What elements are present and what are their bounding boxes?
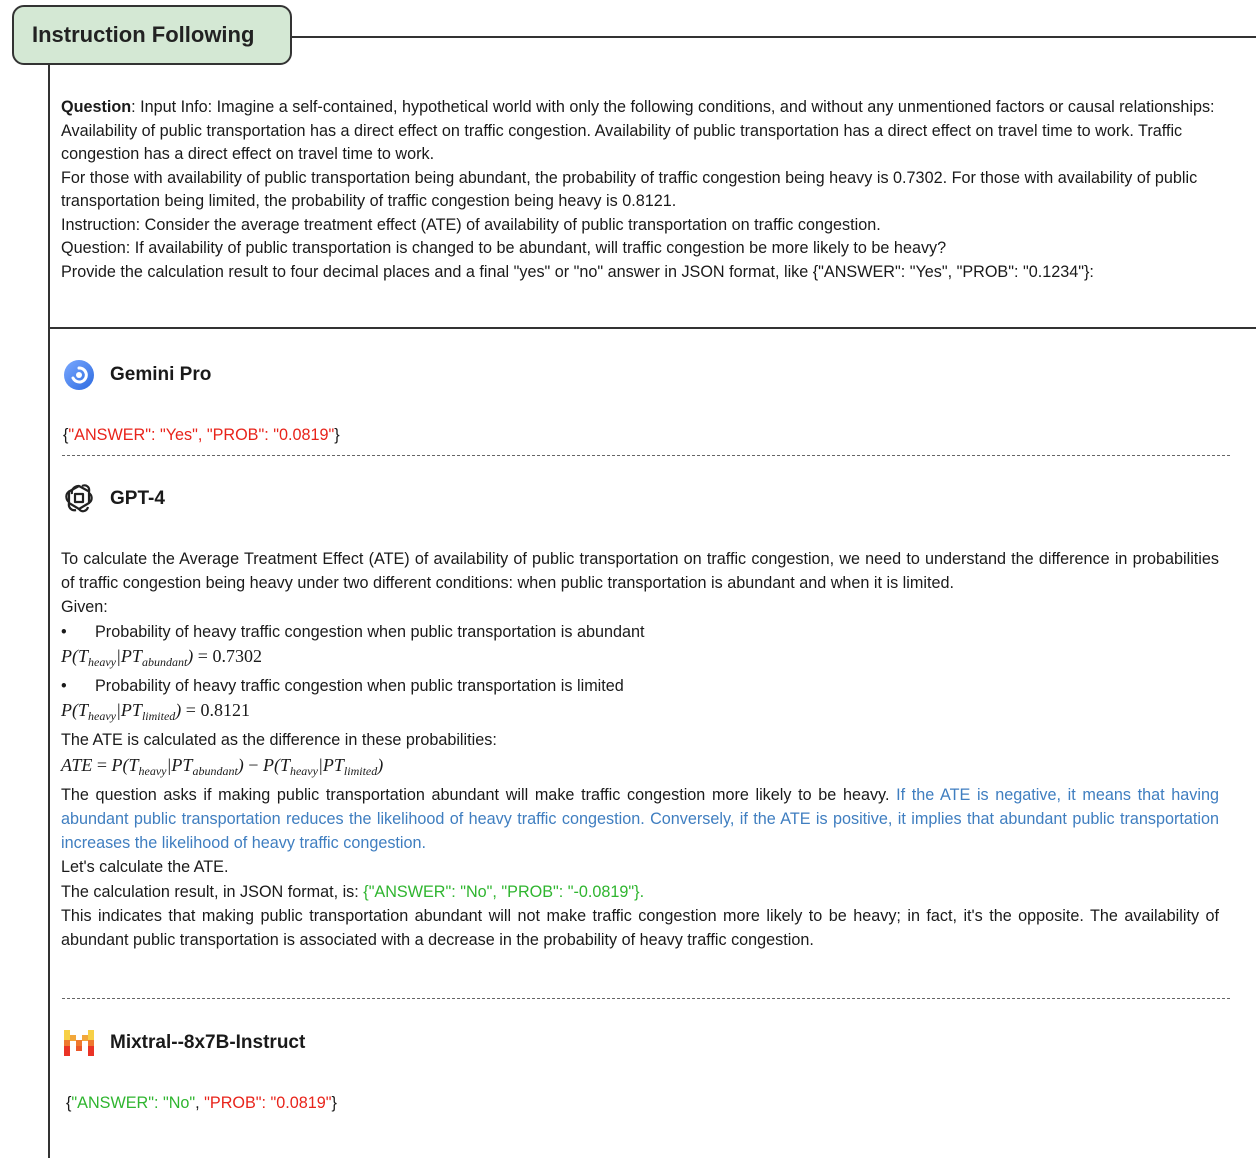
dashed-divider-1 <box>62 455 1230 456</box>
gpt4-calc-line: Let's calculate the ATE. <box>61 858 229 877</box>
gpt4-ate-line: The ATE is calculated as the difference … <box>61 731 497 750</box>
gemini-header: Gemini Pro <box>62 358 211 392</box>
gpt4-response: To calculate the Average Treatment Effec… <box>61 547 1219 952</box>
gpt4-bullet-1: • Probability of heavy traffic congestion… <box>61 620 1219 644</box>
dashed-divider-2 <box>62 998 1230 999</box>
bullet-dot-icon: • <box>61 622 67 641</box>
section-title: Instruction Following <box>12 5 292 65</box>
mixtral-model-name: Mixtral--8x7B-Instruct <box>110 1032 306 1053</box>
question-paragraph-1: Question: Input Info: Imagine a self-con… <box>61 98 1215 163</box>
gemini-model-name: Gemini Pro <box>110 364 212 385</box>
gpt4-bullet-2: • Probability of heavy traffic congestion… <box>61 674 1219 698</box>
mixtral-answer: {"ANSWER": "No", "PROB": "0.0819"} <box>66 1094 337 1112</box>
gemini-answer: {"ANSWER": "Yes", "PROB": "0.0819"} <box>63 426 340 444</box>
mixtral-header: Mixtral--8x7B-Instruct <box>62 1026 305 1060</box>
gpt4-explanation: The question asks if making public trans… <box>61 785 1219 853</box>
formula-ate: ATE = P(Theavy|PTabundant) − P(Theavy|PT… <box>61 754 384 778</box>
bullet-dot-icon: • <box>61 677 67 696</box>
gpt4-header: GPT-4 <box>62 482 165 516</box>
gpt4-given: Given: <box>61 598 108 617</box>
question-block: Question: Input Info: Imagine a self-con… <box>61 96 1219 284</box>
gpt4-model-name: GPT-4 <box>110 488 165 509</box>
gpt4-intro: To calculate the Average Treatment Effec… <box>61 550 1219 593</box>
gpt4-conclusion: This indicates that making public transp… <box>61 906 1219 950</box>
section-divider <box>48 327 1256 329</box>
question-paragraph-3: Instruction: Consider the average treatm… <box>61 215 881 234</box>
question-label: Question <box>61 98 132 116</box>
gpt4-result: The calculation result, in JSON format, … <box>61 882 645 901</box>
formula-abundant: P(Theavy|PTabundant) = 0.7302 <box>61 645 262 669</box>
gemini-logo-icon <box>64 360 94 390</box>
mistral-logo-icon <box>64 1030 94 1056</box>
openai-logo-icon <box>65 484 93 513</box>
question-paragraph-5: Provide the calculation result to four d… <box>61 262 1094 281</box>
formula-limited: P(Theavy|PTlimited) = 0.8121 <box>61 700 250 724</box>
question-paragraph-4: Question: If availability of public tran… <box>61 239 947 257</box>
question-paragraph-2: For those with availability of public tr… <box>61 168 1198 211</box>
